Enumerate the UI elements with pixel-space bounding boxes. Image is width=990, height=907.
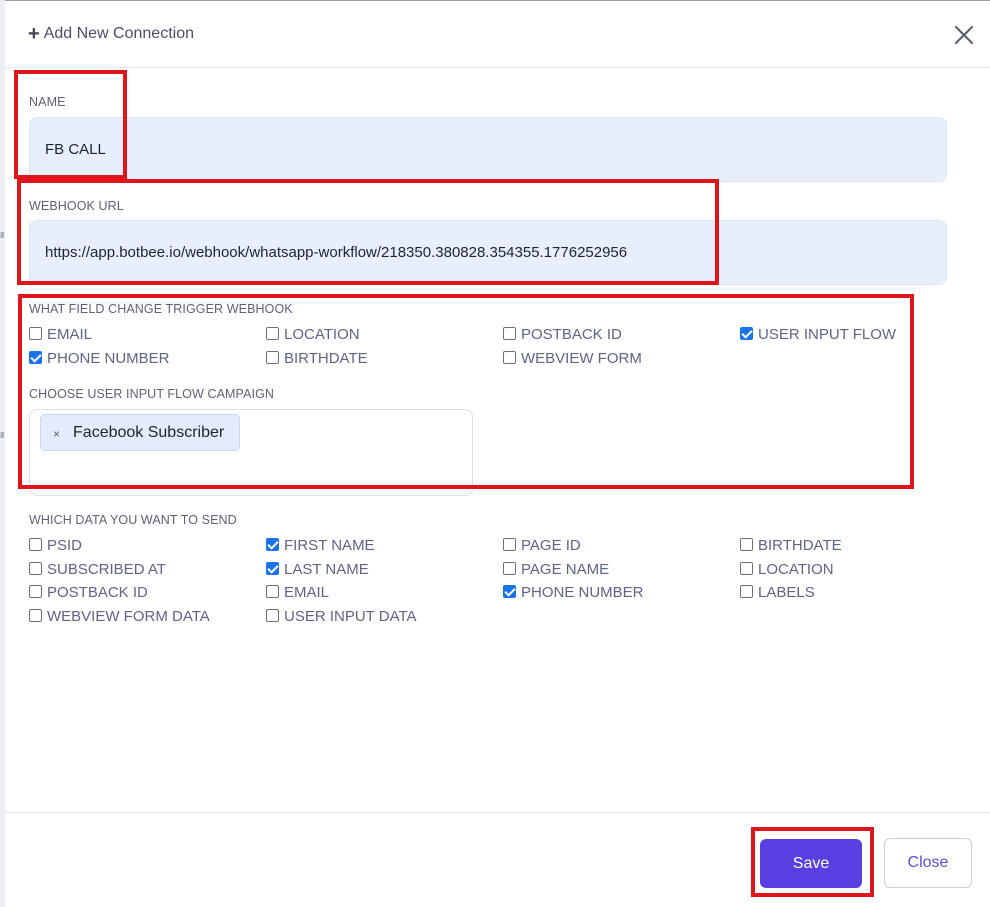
- trigger-field-user-input-flow-checkbox[interactable]: [740, 326, 753, 340]
- data-field-page-id[interactable]: PAGE ID: [503, 537, 581, 554]
- data-field-labels[interactable]: LABELS: [740, 584, 815, 601]
- data-field-label: SUBSCRIBED AT: [47, 561, 166, 578]
- trigger-field-label: EMAIL: [47, 326, 93, 343]
- data-field-postback-id-checkbox[interactable]: [29, 584, 42, 598]
- background-fragment: ≡: [0, 428, 4, 442]
- trigger-field-email[interactable]: EMAIL: [29, 326, 92, 343]
- campaign-multiselect[interactable]: × Facebook Subscriber: [29, 409, 473, 496]
- data-field-psid-checkbox[interactable]: [29, 537, 42, 551]
- trigger-fields-label: WHAT FIELD CHANGE TRIGGER WEBHOOK: [29, 302, 293, 316]
- data-field-label: EMAIL: [284, 584, 330, 601]
- data-field-label: PHONE NUMBER: [521, 584, 644, 601]
- data-field-label: PAGE ID: [521, 537, 581, 554]
- background-fragment: ≡: [0, 228, 4, 242]
- data-field-subscribed-at-checkbox[interactable]: [29, 561, 42, 575]
- data-field-webview-form-data-checkbox[interactable]: [29, 608, 42, 622]
- data-field-birthdate-checkbox[interactable]: [740, 537, 753, 551]
- footer-divider: [5, 812, 990, 813]
- data-field-webview-form-data[interactable]: WEBVIEW FORM DATA: [29, 608, 210, 625]
- close-button[interactable]: Close: [884, 838, 972, 888]
- data-field-first-name-checkbox[interactable]: [266, 537, 279, 551]
- data-field-label: PSID: [47, 537, 83, 554]
- trigger-field-user-input-flow[interactable]: USER INPUT FLOW: [740, 326, 896, 343]
- trigger-field-phone-number[interactable]: PHONE NUMBER: [29, 350, 170, 367]
- close-icon[interactable]: [952, 23, 976, 47]
- campaign-label: CHOOSE USER INPUT FLOW CAMPAIGN: [29, 387, 275, 401]
- name-label: NAME: [29, 95, 66, 109]
- data-field-user-input-data[interactable]: USER INPUT DATA: [266, 608, 417, 625]
- trigger-field-label: WEBVIEW FORM: [521, 350, 642, 367]
- data-field-label: FIRST NAME: [284, 537, 375, 554]
- remove-tag-icon[interactable]: ×: [53, 427, 60, 441]
- trigger-field-webview-form-checkbox[interactable]: [503, 350, 516, 364]
- data-field-page-name-checkbox[interactable]: [503, 561, 516, 575]
- data-field-location-checkbox[interactable]: [740, 561, 753, 575]
- modal-title: + Add New Connection: [28, 23, 194, 45]
- data-field-last-name-checkbox[interactable]: [266, 561, 279, 575]
- data-field-first-name[interactable]: FIRST NAME: [266, 537, 375, 554]
- campaign-tag-label: Facebook Subscriber: [73, 423, 225, 441]
- plus-icon: +: [28, 23, 40, 45]
- data-field-labels-checkbox[interactable]: [740, 584, 753, 598]
- data-field-label: LABELS: [758, 584, 815, 601]
- modal-title-text: Add New Connection: [43, 25, 194, 42]
- webhook-url-label: WEBHOOK URL: [29, 199, 124, 213]
- trigger-field-postback-id[interactable]: POSTBACK ID: [503, 326, 622, 343]
- trigger-field-location-checkbox[interactable]: [266, 326, 279, 340]
- data-field-last-name[interactable]: LAST NAME: [266, 561, 369, 578]
- data-field-location[interactable]: LOCATION: [740, 561, 834, 578]
- data-field-label: LOCATION: [758, 561, 834, 578]
- data-field-email[interactable]: EMAIL: [266, 584, 329, 601]
- name-input[interactable]: FB CALL: [29, 117, 947, 182]
- trigger-field-postback-id-checkbox[interactable]: [503, 326, 516, 340]
- add-connection-modal: + Add New Connection NAME FB CALL WEBHOO…: [5, 0, 990, 907]
- data-field-page-id-checkbox[interactable]: [503, 537, 516, 551]
- trigger-field-label: POSTBACK ID: [521, 326, 622, 343]
- trigger-field-label: BIRTHDATE: [284, 350, 368, 367]
- trigger-field-phone-number-checkbox[interactable]: [29, 350, 42, 364]
- data-field-phone-number[interactable]: PHONE NUMBER: [503, 584, 644, 601]
- data-field-psid[interactable]: PSID: [29, 537, 82, 554]
- modal-header: + Add New Connection: [5, 1, 990, 68]
- data-field-subscribed-at[interactable]: SUBSCRIBED AT: [29, 561, 166, 578]
- data-field-page-name[interactable]: PAGE NAME: [503, 561, 609, 578]
- data-field-phone-number-checkbox[interactable]: [503, 584, 516, 598]
- data-fields-label: WHICH DATA YOU WANT TO SEND: [29, 513, 237, 527]
- data-field-birthdate[interactable]: BIRTHDATE: [740, 537, 842, 554]
- trigger-field-location[interactable]: LOCATION: [266, 326, 360, 343]
- data-field-label: LAST NAME: [284, 561, 369, 578]
- webhook-url-input[interactable]: https://app.botbee.io/webhook/whatsapp-w…: [29, 220, 947, 285]
- data-field-label: POSTBACK ID: [47, 584, 148, 601]
- data-field-label: BIRTHDATE: [758, 537, 842, 554]
- trigger-field-label: PHONE NUMBER: [47, 350, 170, 367]
- trigger-field-label: LOCATION: [284, 326, 360, 343]
- trigger-field-birthdate-checkbox[interactable]: [266, 350, 279, 364]
- trigger-field-email-checkbox[interactable]: [29, 326, 42, 340]
- data-field-email-checkbox[interactable]: [266, 584, 279, 598]
- data-field-label: PAGE NAME: [521, 561, 610, 578]
- trigger-field-birthdate[interactable]: BIRTHDATE: [266, 350, 368, 367]
- data-field-label: WEBVIEW FORM DATA: [47, 608, 210, 625]
- campaign-tag: × Facebook Subscriber: [40, 414, 241, 451]
- data-field-postback-id[interactable]: POSTBACK ID: [29, 584, 148, 601]
- save-button[interactable]: Save: [760, 839, 862, 888]
- data-field-label: USER INPUT DATA: [284, 608, 417, 625]
- data-field-user-input-data-checkbox[interactable]: [266, 608, 279, 622]
- trigger-field-label: USER INPUT FLOW: [758, 326, 897, 343]
- trigger-field-webview-form[interactable]: WEBVIEW FORM: [503, 350, 642, 367]
- screen: ≡ ≡ + Add New Connection NAME FB CALL WE…: [0, 0, 990, 907]
